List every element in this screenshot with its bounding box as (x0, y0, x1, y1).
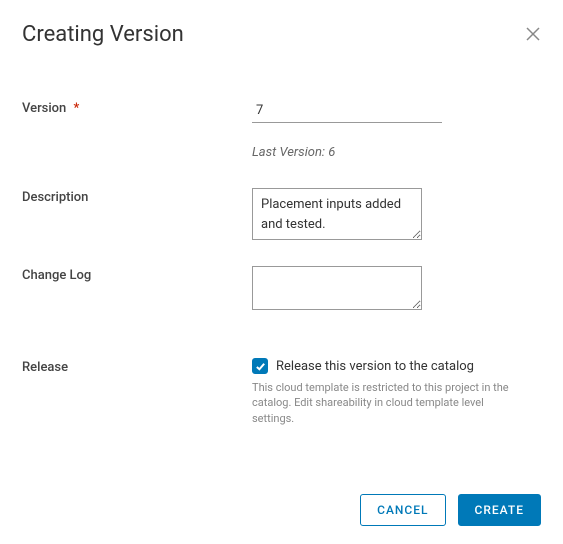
version-label: Version * (22, 99, 252, 116)
release-checkbox-label: Release this version to the catalog (276, 359, 474, 374)
changelog-row: Change Log (22, 266, 541, 314)
release-checkbox[interactable] (252, 358, 268, 374)
dialog-title: Creating Version (22, 22, 184, 47)
changelog-label: Change Log (22, 266, 252, 283)
description-field-wrap (252, 188, 541, 244)
version-row: Version * (22, 99, 541, 123)
release-row: Release Release this version to the cata… (22, 358, 541, 426)
release-checkbox-wrap: Release this version to the catalog (252, 358, 541, 374)
create-button[interactable]: CREATE (458, 494, 541, 526)
version-label-text: Version (22, 101, 66, 116)
version-field-wrap (252, 99, 541, 123)
description-row: Description (22, 188, 541, 244)
last-version-row: Last Version: 6 (22, 145, 541, 160)
required-asterisk: * (74, 101, 80, 116)
release-label: Release (22, 358, 252, 375)
version-input[interactable] (252, 101, 442, 123)
description-textarea[interactable] (252, 188, 422, 240)
dialog-footer: CANCEL CREATE (360, 494, 541, 526)
dialog-header: Creating Version (22, 22, 541, 47)
changelog-field-wrap (252, 266, 541, 314)
version-form: Version * Last Version: 6 Description Ch… (22, 99, 541, 426)
release-hint-text: This cloud template is restricted to thi… (252, 380, 512, 426)
last-version-text: Last Version: 6 (252, 145, 335, 160)
cancel-button[interactable]: CANCEL (360, 494, 445, 526)
release-field-wrap: Release this version to the catalog This… (252, 358, 541, 426)
description-label: Description (22, 188, 252, 205)
changelog-textarea[interactable] (252, 266, 422, 310)
close-icon[interactable] (525, 26, 541, 42)
